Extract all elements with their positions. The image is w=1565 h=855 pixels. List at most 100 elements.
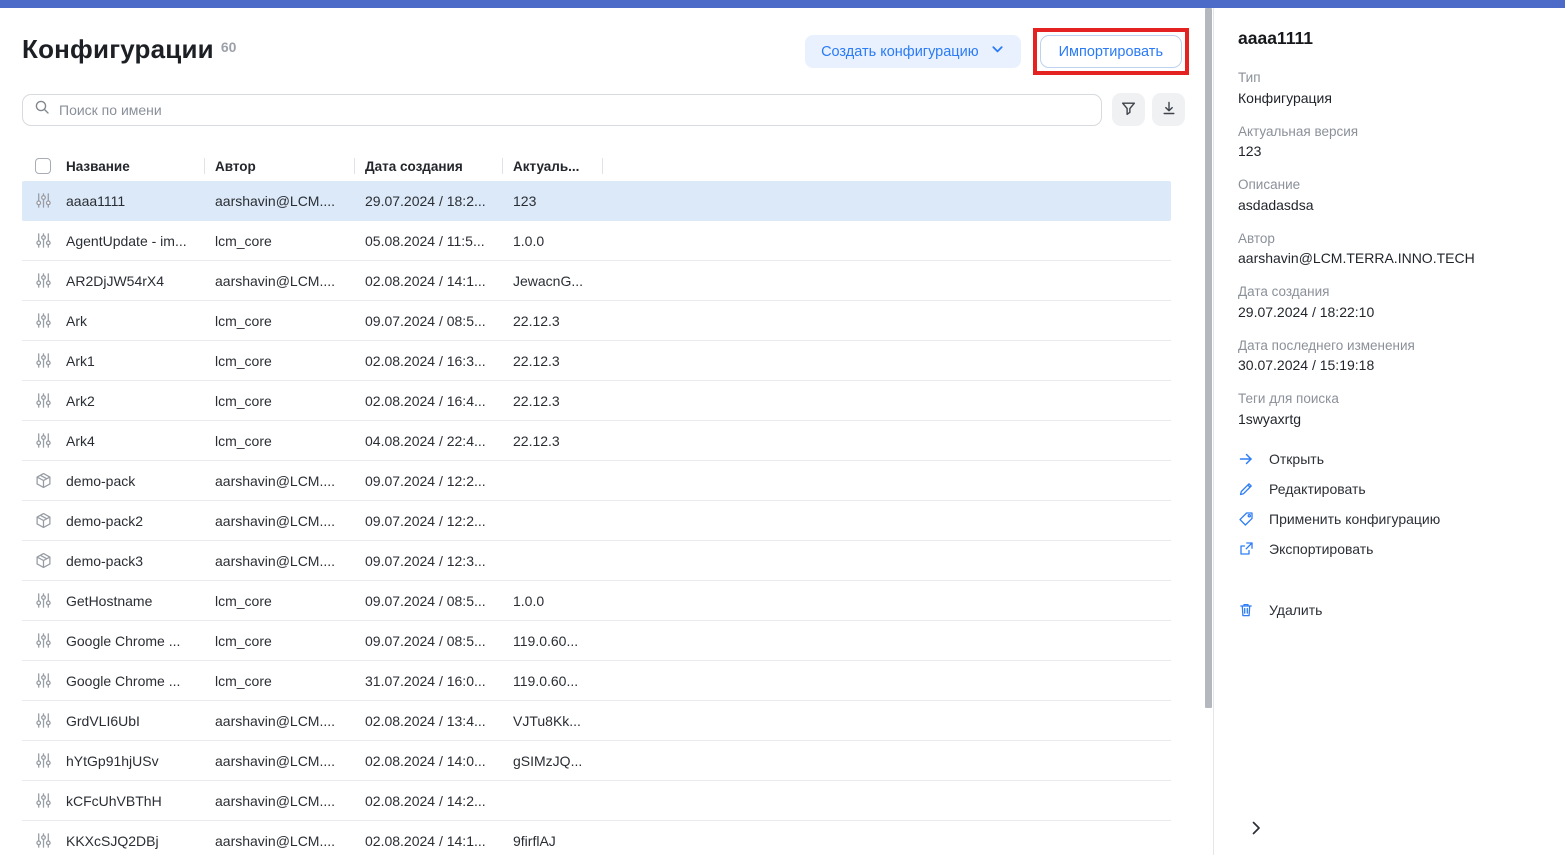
row-created: 02.08.2024 / 13:4... [365,713,513,729]
table-row[interactable]: demo-pack2 aarshavin@LCM.... 09.07.2024 … [22,501,1171,541]
filter-button[interactable] [1112,93,1145,126]
row-created: 09.07.2024 / 12:2... [365,473,513,489]
row-created: 02.08.2024 / 14:1... [365,833,513,849]
sliders-icon [35,352,52,369]
row-name: Google Chrome ... [66,673,215,689]
export-table-button[interactable] [1152,93,1185,126]
action-label: Редактировать [1269,481,1366,497]
row-name: demo-pack [66,473,215,489]
row-version: 123 [513,193,613,209]
row-created: 02.08.2024 / 16:4... [365,393,513,409]
row-name: Ark4 [66,433,215,449]
tag-icon [1238,511,1254,527]
row-created: 04.08.2024 / 22:4... [365,433,513,449]
field-value: asdadasdsa [1238,195,1541,216]
export-icon [1238,541,1254,557]
page-title: Конфигурации [22,34,214,64]
details-fields: Тип Конфигурация Актуальная версия 123 О… [1238,68,1541,430]
main-area: Конфигурации60 Создать конфигурацию Импо… [0,8,1213,855]
row-name: hYtGp91hjUSv [66,753,215,769]
table-row[interactable]: GrdVLI6UbI aarshavin@LCM.... 02.08.2024 … [22,701,1171,741]
row-author: lcm_core [215,633,365,649]
row-author: lcm_core [215,393,365,409]
table-row[interactable]: Ark4 lcm_core 04.08.2024 / 22:4... 22.12… [22,421,1171,461]
table-row[interactable]: Ark1 lcm_core 02.08.2024 / 16:3... 22.12… [22,341,1171,381]
row-name: AgentUpdate - im... [66,233,215,249]
sliders-icon [35,312,52,329]
row-author: lcm_core [215,433,365,449]
row-name: AR2DjJW54rX4 [66,273,215,289]
row-name: aaaa1111 [66,193,215,209]
row-author: aarshavin@LCM.... [215,193,365,209]
details-field: Тип Конфигурация [1238,68,1541,109]
select-all-checkbox[interactable] [35,158,51,174]
funnel-icon [1120,100,1137,120]
sliders-icon [35,192,52,209]
table-row[interactable]: AgentUpdate - im... lcm_core 05.08.2024 … [22,221,1171,261]
details-field: Дата последнего изменения 30.07.2024 / 1… [1238,336,1541,377]
page-header: Конфигурации60 Создать конфигурацию Импо… [0,8,1213,75]
row-name: demo-pack2 [66,513,215,529]
table-row[interactable]: demo-pack3 aarshavin@LCM.... 09.07.2024 … [22,541,1171,581]
trash-icon [1238,602,1254,618]
table-body: aaaa1111 aarshavin@LCM.... 29.07.2024 / … [22,181,1171,855]
column-header-created: Дата создания [365,159,513,174]
sliders-icon [35,392,52,409]
field-label: Тип [1238,68,1541,88]
row-version: 9firflAJ [513,833,613,849]
create-configuration-button[interactable]: Создать конфигурацию [805,35,1021,68]
row-created: 31.07.2024 / 16:0... [365,673,513,689]
collapse-panel-button[interactable] [1246,818,1266,841]
row-created: 02.08.2024 / 14:2... [365,793,513,809]
row-created: 05.08.2024 / 11:5... [365,233,513,249]
field-label: Описание [1238,175,1541,195]
top-accent-bar [0,0,1565,8]
row-created: 09.07.2024 / 12:3... [365,553,513,569]
details-actions: Открыть Редактировать Применить конфигур… [1238,451,1541,618]
field-value: aarshavin@LCM.TERRA.INNO.TECH [1238,248,1541,269]
row-created: 02.08.2024 / 14:1... [365,273,513,289]
row-created: 09.07.2024 / 12:2... [365,513,513,529]
action-trash[interactable]: Удалить [1238,602,1541,618]
table-row[interactable]: kCFcUhVBThH aarshavin@LCM.... 02.08.2024… [22,781,1171,821]
column-header-version: Актуаль... [513,159,613,174]
table-row[interactable]: hYtGp91hjUSv aarshavin@LCM.... 02.08.202… [22,741,1171,781]
row-version: 22.12.3 [513,433,613,449]
row-version: 119.0.60... [513,673,613,689]
table-row[interactable]: KKXcSJQ2DBj aarshavin@LCM.... 02.08.2024… [22,821,1171,855]
table-row[interactable]: AR2DjJW54rX4 aarshavin@LCM.... 02.08.202… [22,261,1171,301]
import-button[interactable]: Импортировать [1040,35,1182,68]
action-tag[interactable]: Применить конфигурацию [1238,511,1541,527]
field-value: 29.07.2024 / 18:22:10 [1238,302,1541,323]
row-author: aarshavin@LCM.... [215,793,365,809]
details-field: Актуальная версия 123 [1238,122,1541,163]
vertical-scrollbar-thumb[interactable] [1205,8,1212,708]
action-export[interactable]: Экспортировать [1238,541,1541,557]
search-input[interactable] [59,102,1090,118]
sliders-icon [35,712,52,729]
action-pencil[interactable]: Редактировать [1238,481,1541,497]
search-box[interactable] [22,94,1102,126]
row-name: KKXcSJQ2DBj [66,833,215,849]
row-created: 09.07.2024 / 08:5... [365,313,513,329]
table-row[interactable]: demo-pack aarshavin@LCM.... 09.07.2024 /… [22,461,1171,501]
row-author: aarshavin@LCM.... [215,713,365,729]
table-row[interactable]: aaaa1111 aarshavin@LCM.... 29.07.2024 / … [22,181,1171,221]
row-version: JewacnG... [513,273,613,289]
row-version: 22.12.3 [513,393,613,409]
table-row[interactable]: Google Chrome ... lcm_core 09.07.2024 / … [22,621,1171,661]
table-row[interactable]: Ark lcm_core 09.07.2024 / 08:5... 22.12.… [22,301,1171,341]
sliders-icon [35,432,52,449]
row-created: 02.08.2024 / 14:0... [365,753,513,769]
configurations-table: Название Автор Дата создания Актуаль... … [22,151,1171,855]
row-created: 02.08.2024 / 16:3... [365,353,513,369]
action-arrow-right[interactable]: Открыть [1238,451,1541,467]
table-row[interactable]: Google Chrome ... lcm_core 31.07.2024 / … [22,661,1171,701]
field-label: Дата создания [1238,282,1541,302]
row-author: lcm_core [215,233,365,249]
sliders-icon [35,792,52,809]
table-row[interactable]: GetHostname lcm_core 09.07.2024 / 08:5..… [22,581,1171,621]
table-row[interactable]: Ark2 lcm_core 02.08.2024 / 16:4... 22.12… [22,381,1171,421]
package-icon [35,512,52,529]
row-created: 09.07.2024 / 08:5... [365,633,513,649]
